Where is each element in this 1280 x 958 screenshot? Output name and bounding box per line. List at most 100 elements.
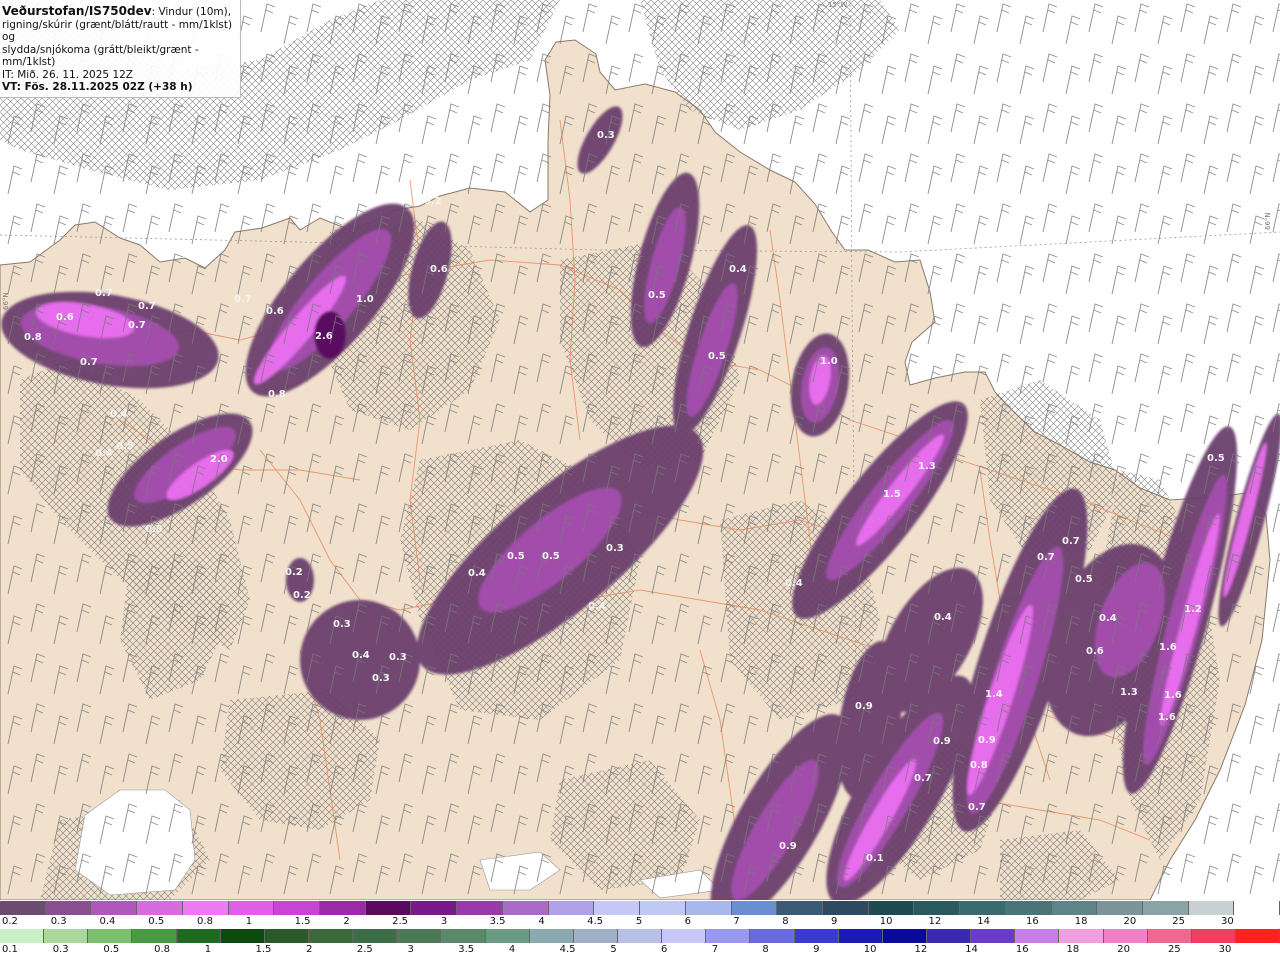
precip-label: 0.5 — [1207, 453, 1225, 464]
precip-label: 0.9 — [855, 701, 873, 712]
legend-swatch — [838, 929, 883, 943]
legend-tick-label: 20 — [1117, 944, 1130, 955]
legend-tick-label: 8 — [762, 944, 769, 955]
legend-tick-label: 1.5 — [255, 944, 272, 955]
legend-tick-label: 25 — [1172, 916, 1186, 927]
precip-label: 1.2 — [1184, 604, 1202, 615]
precip-label: 1.4 — [985, 689, 1003, 700]
precip-label: 0.4 — [110, 409, 128, 420]
legend-swatch — [868, 901, 915, 915]
legend-swatch — [308, 929, 354, 943]
legend-tick-label: 30 — [1218, 944, 1232, 955]
legend-tick-label: 16 — [1026, 916, 1039, 927]
precip-label: 0.8 — [970, 760, 988, 771]
legend-swatch — [45, 901, 92, 915]
legend-swatch — [706, 929, 751, 943]
legend-tick-label: 18 — [1074, 916, 1088, 927]
precip-label: 0.9 — [978, 735, 996, 746]
title-desc-2: rigning/skúrir (grænt/blátt/rautt - mm/1… — [2, 18, 233, 44]
legend-swatch — [777, 901, 823, 915]
precip-label: 1.3 — [918, 461, 936, 472]
legend-swatch — [1005, 901, 1052, 915]
legend-swatch — [960, 901, 1006, 915]
precip-label: 0.6 — [266, 306, 284, 317]
grid-label-right: 66°N — [1264, 212, 1272, 230]
legend-swatch — [0, 901, 46, 915]
legend-swatch — [228, 901, 275, 915]
grid-label-top: 15°W — [828, 1, 847, 9]
legend-swatch — [1103, 929, 1148, 943]
legend-tick-label: 6 — [684, 916, 692, 927]
legend-tick-label: 0.3 — [50, 916, 67, 927]
weather-map: 15°W 66°N 66°N 0.3 0.2 0.6 1.0 0.7 0.6 0… — [0, 0, 1280, 958]
legend-tick-label: 1 — [245, 916, 253, 927]
legend-tick-label: 0.1 — [2, 944, 18, 955]
precip-label: 0.4 — [1099, 613, 1117, 624]
legend-tick-label: 4.5 — [587, 916, 604, 927]
legend-swatch — [662, 929, 707, 943]
legend-tick-label: 8 — [782, 916, 789, 927]
precip-label: 0.7 — [128, 320, 146, 331]
precip-label: 1.3 — [1120, 687, 1138, 698]
legend-swatch — [353, 929, 398, 943]
legend-tick-label: 3.5 — [458, 944, 475, 955]
precip-label: 0.7 — [80, 357, 98, 368]
precip-label: 0.5 — [542, 551, 560, 562]
legend-swatch — [411, 901, 458, 915]
legend-tick-label: 3.5 — [489, 916, 506, 927]
precip-label: 1.6 — [1158, 712, 1176, 723]
precip-label: 0.4 — [468, 568, 486, 579]
legend-swatch — [617, 929, 663, 943]
legend-tick-label: 5 — [635, 916, 643, 927]
precip-label: 0.6 — [1086, 646, 1104, 657]
legend-swatch — [1191, 929, 1236, 943]
legend-swatch — [441, 929, 486, 943]
legend-tick-label: 9 — [830, 916, 838, 927]
precip-label: 0.3 — [597, 130, 615, 141]
legend-tick-label: 4 — [538, 916, 545, 927]
precip-label: 0.4 — [95, 448, 113, 459]
legend-swatch — [548, 901, 595, 915]
legend-swatch — [0, 929, 45, 943]
legend-tick-label: 14 — [977, 916, 990, 927]
legend-snow-ticks: 0.2 0.3 0.4 0.5 0.8 1 1.5 2 2.5 3 3.5 4 4.5 5 6 7 8 9 10 12… — [0, 915, 1280, 929]
legend-tick-label: 14 — [965, 944, 978, 955]
legend-tick-label: 9 — [813, 944, 820, 955]
legend-swatch — [91, 901, 138, 915]
precip-label: 0.9 — [779, 841, 797, 852]
precip-label: 0.2 — [293, 590, 311, 601]
legend-tick-label: 4.5 — [559, 944, 576, 955]
precip-label: 0.7 — [234, 294, 252, 305]
precip-label: 0.4 — [729, 264, 747, 275]
legend-swatch — [914, 901, 961, 915]
legend-swatch — [685, 901, 732, 915]
legend-swatch — [1142, 901, 1189, 915]
precip-label: 0.5 — [648, 290, 666, 301]
legend-tick-label: 0.8 — [154, 944, 170, 955]
legend-tick-label: 1.5 — [294, 916, 311, 927]
precip-label: 0.9 — [933, 736, 951, 747]
legend-tick-label: 25 — [1167, 944, 1181, 955]
legend-swatch — [529, 929, 574, 943]
legend-rain-ticks: 0.1 0.3 0.5 0.8 1 1.5 2 2.5 3 3.5 4 4.5 5 6 7 8 9 10 12 14 1… — [0, 943, 1280, 957]
legend-swatch — [365, 901, 412, 915]
legend-tick-label: 6 — [661, 944, 668, 955]
legend-swatch — [640, 901, 686, 915]
legend-swatch — [750, 929, 795, 943]
legend-tick-label: 3 — [407, 944, 414, 955]
precip-label: 0.5 — [507, 551, 525, 562]
precip-label: 0.2 — [424, 196, 442, 207]
legend-swatch — [320, 901, 366, 915]
legend-swatch — [502, 901, 549, 915]
precip-label: 0.4 — [588, 601, 606, 612]
legend-tick-label: 2.5 — [356, 944, 373, 955]
legend-tick-label: 3 — [440, 916, 448, 927]
legend-swatch — [485, 929, 530, 943]
legend-swatch — [88, 929, 133, 943]
precip-label: 0.5 — [116, 441, 134, 452]
precip-label: 1.0 — [820, 356, 838, 367]
precip-label: 0.3 — [606, 543, 624, 554]
title-desc-1: : Vindur (10m), — [151, 6, 232, 18]
precip-label: 0.3 — [389, 652, 407, 663]
legend-tick-label: 10 — [863, 944, 877, 955]
